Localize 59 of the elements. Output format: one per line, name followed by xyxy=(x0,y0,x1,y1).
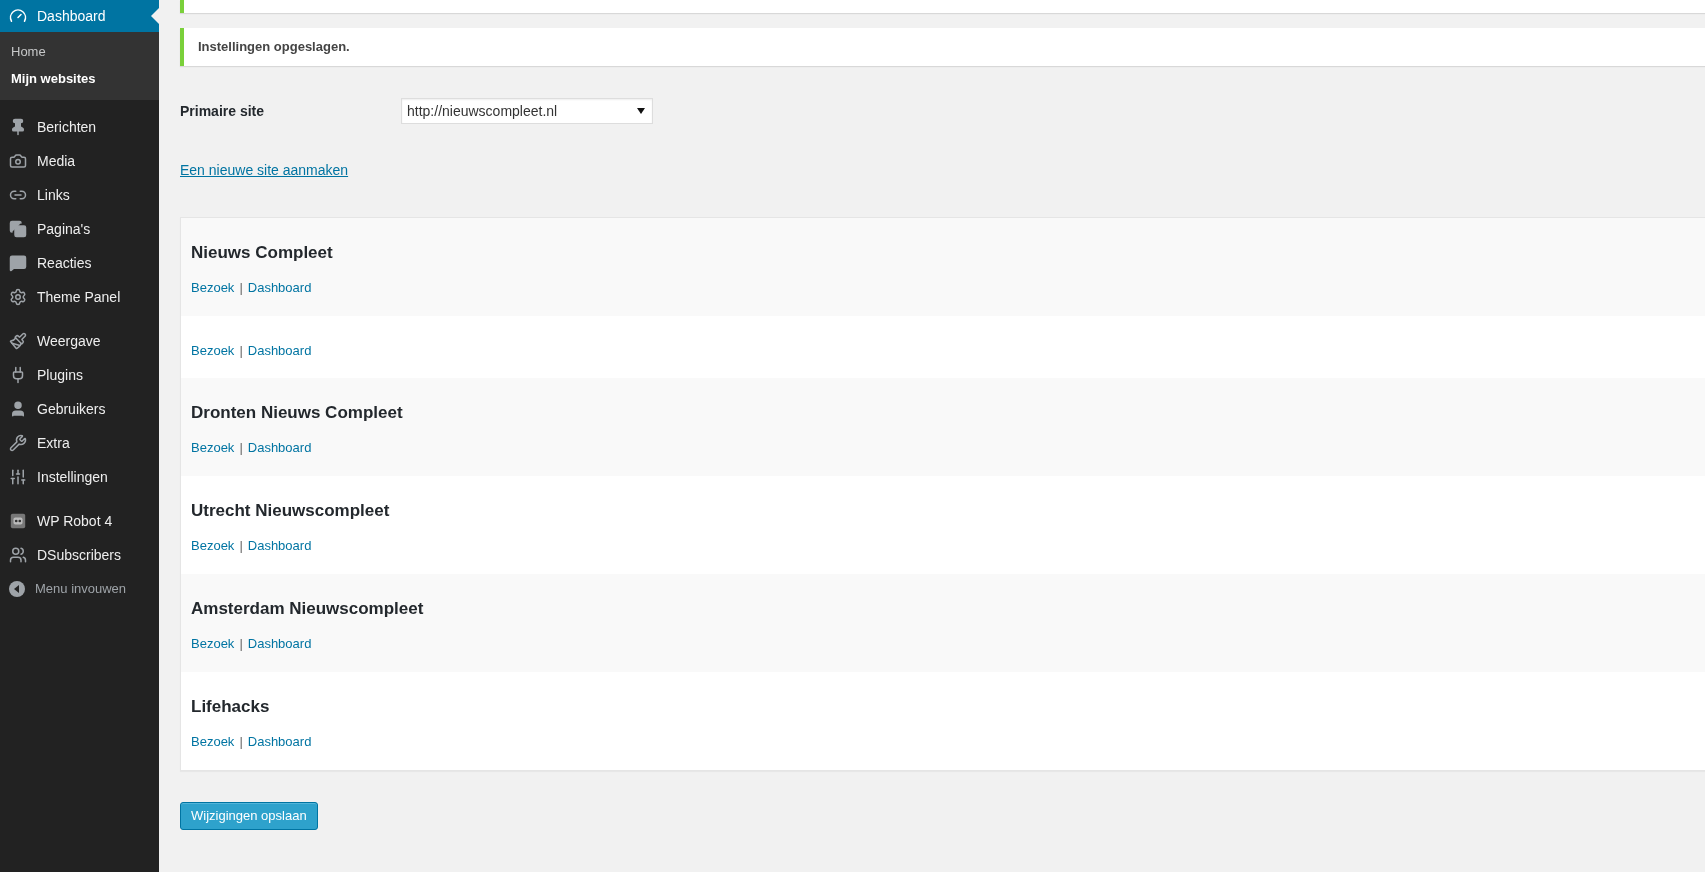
user-icon xyxy=(9,400,27,418)
link-divider: | xyxy=(239,279,243,297)
link-divider: | xyxy=(239,733,243,751)
gauge-icon xyxy=(9,7,27,25)
sidebar-item[interactable]: Theme Panel xyxy=(0,280,159,314)
site-action-link[interactable]: Bezoek xyxy=(191,634,235,654)
collapse-icon xyxy=(9,581,25,597)
sidebar-item[interactable]: Media xyxy=(0,144,159,178)
speech-bubble-icon xyxy=(9,254,27,272)
site-title: Amsterdam Nieuwscompleet xyxy=(191,598,425,620)
site-title: Utrecht Nieuwscompleet xyxy=(191,500,391,522)
sidebar-item[interactable]: Reacties xyxy=(0,246,159,280)
site-action-link[interactable]: Dashboard xyxy=(247,732,312,752)
camera-icon xyxy=(9,152,27,170)
site-action-link[interactable]: Bezoek xyxy=(191,278,235,298)
sidebar-item[interactable]: Plugins xyxy=(0,358,159,392)
site-action-link[interactable]: Bezoek xyxy=(191,341,235,361)
pages-icon xyxy=(9,220,27,238)
collapse-menu-button[interactable]: Menu invouwen xyxy=(0,572,159,606)
sidebar-item[interactable]: Berichten xyxy=(0,110,159,144)
site-action-link[interactable]: Dashboard xyxy=(247,438,312,458)
wrench-icon xyxy=(9,434,27,452)
sidebar-item[interactable]: Gebruikers xyxy=(0,392,159,426)
sidebar-item[interactable]: DSubscribers xyxy=(0,538,159,572)
site-action-link[interactable]: Bezoek xyxy=(191,438,235,458)
site-title: Dronten Nieuws Compleet xyxy=(191,402,404,424)
robot-icon xyxy=(9,512,27,530)
site-action-link[interactable]: Dashboard xyxy=(247,634,312,654)
current-pointer-icon xyxy=(151,8,159,24)
primary-site-label: Primaire site xyxy=(180,101,266,121)
sidebar-item[interactable]: Links xyxy=(0,178,159,212)
site-title: Lifehacks xyxy=(191,696,271,718)
link-divider: | xyxy=(239,537,243,555)
site-action-link[interactable]: Dashboard xyxy=(247,536,312,556)
sliders-icon xyxy=(9,468,27,486)
caret-down-icon xyxy=(637,108,645,114)
site-action-link[interactable]: Bezoek xyxy=(191,536,235,556)
sidebar-item[interactable]: WP Robot 4 xyxy=(0,504,159,538)
paintbrush-icon xyxy=(9,332,27,350)
link-divider: | xyxy=(239,439,243,457)
sidebar-item[interactable]: Dashboard xyxy=(0,0,159,32)
site-title: Nieuws Compleet xyxy=(191,242,334,264)
link-divider: | xyxy=(239,635,243,653)
submenu-item[interactable]: Mijn websites xyxy=(0,65,159,92)
link-divider: | xyxy=(239,342,243,360)
site-select[interactable]: http://nieuwscompleet.nl xyxy=(401,98,653,124)
users-icon xyxy=(9,546,27,564)
site-action-link[interactable]: Dashboard xyxy=(247,341,312,361)
submenu-item[interactable]: Home xyxy=(0,38,159,65)
pin-icon xyxy=(9,118,27,136)
new-site-link[interactable]: Een nieuwe site aanmaken xyxy=(180,159,349,181)
site-action-link[interactable]: Bezoek xyxy=(191,732,235,752)
sidebar-item[interactable]: Instellingen xyxy=(0,460,159,494)
sidebar-item[interactable]: Weergave xyxy=(0,324,159,358)
notice-text: Instellingen opgeslagen. xyxy=(198,38,350,57)
sidebar-item[interactable]: Pagina's xyxy=(0,212,159,246)
settings-icon xyxy=(9,288,27,306)
sidebar-item[interactable]: Extra xyxy=(0,426,159,460)
site-action-link[interactable]: Dashboard xyxy=(247,278,312,298)
